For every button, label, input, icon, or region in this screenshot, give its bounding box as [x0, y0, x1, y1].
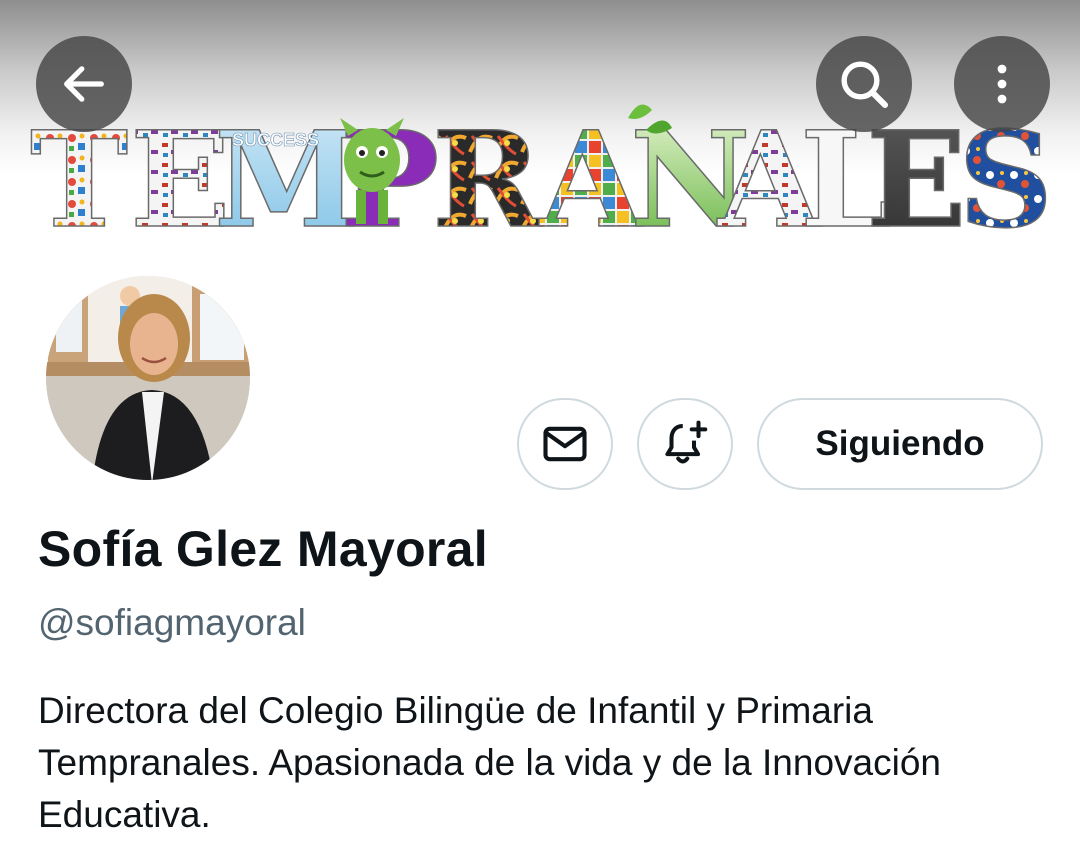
- message-button[interactable]: [517, 398, 613, 490]
- arrow-left-icon: [64, 66, 104, 102]
- more-options-button[interactable]: [954, 36, 1050, 132]
- avatar-photo: [46, 276, 250, 480]
- search-button[interactable]: [816, 36, 912, 132]
- back-button[interactable]: [36, 36, 132, 132]
- following-button[interactable]: Siguiendo: [757, 398, 1043, 490]
- profile-avatar[interactable]: [42, 272, 254, 484]
- profile-handle: @sofiagmayoral: [38, 602, 306, 643]
- profile-banner[interactable]: T E M P R A N A L E S SUCCESS: [0, 0, 1080, 262]
- banner-success-text: SUCCESS: [232, 130, 319, 150]
- profile-bio: Directora del Colegio Bilingüe de Infant…: [38, 685, 1048, 841]
- banner-wordmark: T E M P R A N A L E S SUCCESS: [29, 102, 1054, 259]
- search-icon: [841, 61, 889, 109]
- bio-line: Tempranales. Apasionada de la vida y de …: [38, 742, 941, 783]
- following-button-label: Siguiendo: [815, 424, 985, 463]
- notifications-button[interactable]: [637, 398, 733, 490]
- banner-letter: R: [432, 103, 543, 258]
- more-vertical-icon: [997, 64, 1007, 104]
- mail-icon: [543, 426, 587, 462]
- profile-name: Sofía Glez Mayoral: [38, 521, 488, 577]
- banner-letter: A: [538, 103, 644, 258]
- bio-line: Educativa.: [38, 794, 211, 835]
- bell-plus-icon: [665, 420, 708, 464]
- bio-line: Directora del Colegio Bilingüe de Infant…: [38, 690, 873, 731]
- banner-letter: M: [214, 103, 360, 258]
